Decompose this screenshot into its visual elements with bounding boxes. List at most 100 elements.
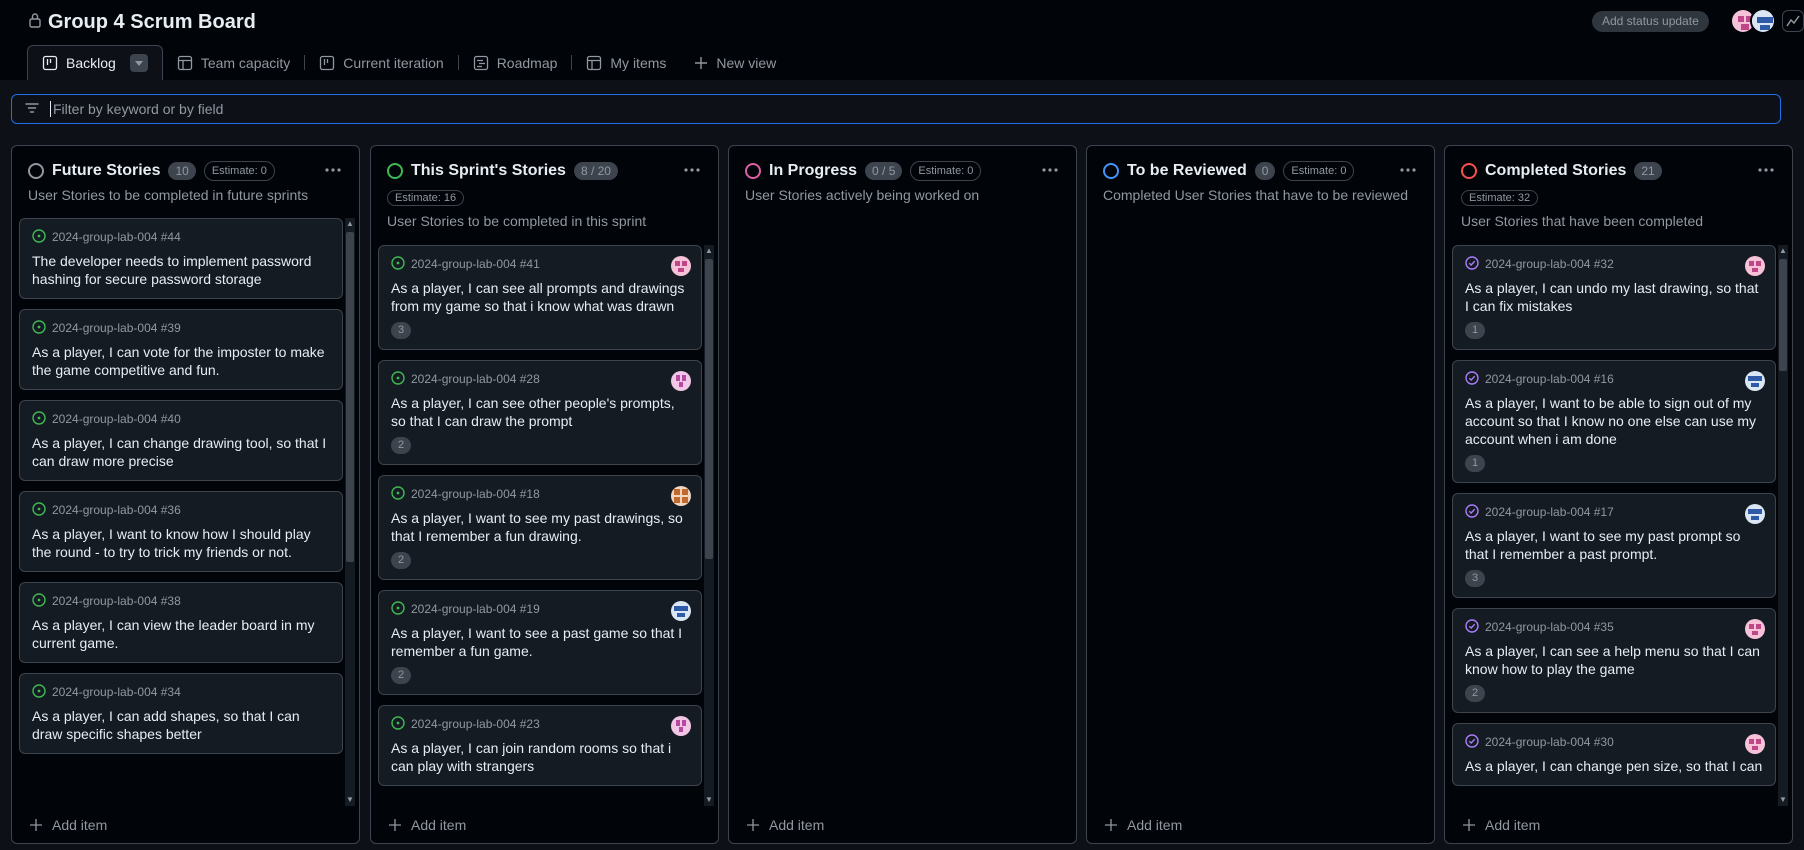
scroll-down-icon[interactable]: ▼ (346, 796, 354, 804)
insights-icon[interactable] (1782, 10, 1804, 32)
card-ref[interactable]: 2024-group-lab-004 #30 (1485, 735, 1614, 749)
card-ref[interactable]: 2024-group-lab-004 #38 (52, 594, 181, 608)
card-ref[interactable]: 2024-group-lab-004 #44 (52, 230, 181, 244)
story-card[interactable]: 2024-group-lab-004 #32 As a player, I ca… (1452, 245, 1776, 350)
scroll-down-icon[interactable]: ▼ (705, 796, 713, 804)
more-options-icon[interactable] (323, 162, 343, 178)
card-title[interactable]: As a player, I can see all prompts and d… (391, 279, 689, 315)
add-item-button[interactable]: Add item (1463, 817, 1540, 833)
card-title[interactable]: As a player, I want to know how I should… (32, 525, 330, 561)
scroll-up-icon[interactable]: ▲ (705, 247, 713, 255)
filter-bar[interactable] (11, 94, 1781, 124)
card-ref[interactable]: 2024-group-lab-004 #36 (52, 503, 181, 517)
scroll-up-icon[interactable]: ▲ (346, 220, 354, 228)
story-card[interactable]: 2024-group-lab-004 #44 The developer nee… (19, 218, 343, 299)
story-card[interactable]: 2024-group-lab-004 #18 As a player, I wa… (378, 475, 702, 580)
story-card[interactable]: 2024-group-lab-004 #38 As a player, I ca… (19, 582, 343, 663)
card-ref[interactable]: 2024-group-lab-004 #23 (411, 717, 540, 731)
chevron-down-icon[interactable] (129, 54, 148, 72)
assignee-avatar[interactable] (671, 486, 691, 506)
card-title[interactable]: As a player, I want to see my past promp… (1465, 527, 1763, 563)
tab-roadmap[interactable]: Roadmap (459, 45, 572, 80)
scroll-thumb[interactable] (705, 259, 713, 559)
assignee-avatar[interactable] (671, 601, 691, 621)
column-scrollbar[interactable]: ▲ ▼ (1778, 245, 1788, 806)
card-title[interactable]: As a player, I want to see my past drawi… (391, 509, 689, 545)
card-ref[interactable]: 2024-group-lab-004 #17 (1485, 505, 1614, 519)
card-ref[interactable]: 2024-group-lab-004 #16 (1485, 372, 1614, 386)
assignee-avatar[interactable] (1745, 371, 1765, 391)
scroll-thumb[interactable] (1779, 259, 1787, 371)
tab-team-capacity[interactable]: Team capacity (163, 45, 304, 80)
assignee-avatar[interactable] (1745, 734, 1765, 754)
more-options-icon[interactable] (1398, 162, 1418, 178)
status-circle-icon (1103, 163, 1119, 179)
story-card[interactable]: 2024-group-lab-004 #35 As a player, I ca… (1452, 608, 1776, 713)
card-ref[interactable]: 2024-group-lab-004 #40 (52, 412, 181, 426)
add-item-button[interactable]: Add item (747, 817, 824, 833)
scroll-down-icon[interactable]: ▼ (1779, 796, 1787, 804)
story-card[interactable]: 2024-group-lab-004 #30 As a player, I ca… (1452, 723, 1776, 786)
assignee-avatar[interactable] (1745, 504, 1765, 524)
card-ref[interactable]: 2024-group-lab-004 #34 (52, 685, 181, 699)
story-card[interactable]: 2024-group-lab-004 #28 As a player, I ca… (378, 360, 702, 465)
open-issue-icon (32, 410, 46, 428)
card-title[interactable]: The developer needs to implement passwor… (32, 252, 330, 288)
card-title[interactable]: As a player, I can change drawing tool, … (32, 434, 330, 470)
story-card[interactable]: 2024-group-lab-004 #17 As a player, I wa… (1452, 493, 1776, 598)
card-title[interactable]: As a player, I can change pen size, so t… (1465, 757, 1763, 775)
card-title[interactable]: As a player, I can join random rooms so … (391, 739, 689, 775)
assignee-avatar[interactable] (671, 256, 691, 276)
card-ref[interactable]: 2024-group-lab-004 #39 (52, 321, 181, 335)
collaborator-avatars[interactable] (1730, 8, 1776, 34)
column-description: User Stories that have been completed (1461, 213, 1704, 229)
card-ref[interactable]: 2024-group-lab-004 #28 (411, 372, 540, 386)
tab-my-items[interactable]: My items (572, 45, 680, 80)
scroll-thumb[interactable] (346, 232, 354, 562)
card-title[interactable]: As a player, I can see other people's pr… (391, 394, 689, 430)
more-options-icon[interactable] (1756, 162, 1776, 178)
tab-backlog[interactable]: Backlog (27, 45, 163, 80)
card-ref[interactable]: 2024-group-lab-004 #35 (1485, 620, 1614, 634)
column-scrollbar[interactable]: ▲ ▼ (704, 245, 714, 806)
card-title[interactable]: As a player, I can undo my last drawing,… (1465, 279, 1763, 315)
estimate-badge: Estimate: 16 (387, 190, 465, 206)
story-card[interactable]: 2024-group-lab-004 #23 As a player, I ca… (378, 705, 702, 786)
add-item-button[interactable]: Add item (389, 817, 466, 833)
card-title[interactable]: As a player, I want to see a past game s… (391, 624, 689, 660)
story-card[interactable]: 2024-group-lab-004 #34 As a player, I ca… (19, 673, 343, 754)
card-ref[interactable]: 2024-group-lab-004 #32 (1485, 257, 1614, 271)
more-options-icon[interactable] (1040, 162, 1060, 178)
story-card[interactable]: 2024-group-lab-004 #16 As a player, I wa… (1452, 360, 1776, 483)
card-title[interactable]: As a player, I can add shapes, so that I… (32, 707, 330, 743)
card-ref[interactable]: 2024-group-lab-004 #18 (411, 487, 540, 501)
open-issue-icon (391, 255, 405, 273)
assignee-avatar[interactable] (671, 716, 691, 736)
story-card[interactable]: 2024-group-lab-004 #19 As a player, I wa… (378, 590, 702, 695)
column-scrollbar[interactable]: ▲ ▼ (345, 218, 355, 806)
story-card[interactable]: 2024-group-lab-004 #40 As a player, I ca… (19, 400, 343, 481)
assignee-avatar[interactable] (671, 371, 691, 391)
plus-icon (389, 819, 401, 831)
add-status-update-button[interactable]: Add status update (1592, 11, 1709, 32)
add-item-button[interactable]: Add item (1105, 817, 1182, 833)
new-view-button[interactable]: New view (680, 45, 790, 80)
scroll-up-icon[interactable]: ▲ (1779, 247, 1787, 255)
filter-input[interactable] (50, 101, 1650, 117)
story-card[interactable]: 2024-group-lab-004 #39 As a player, I ca… (19, 309, 343, 390)
card-ref[interactable]: 2024-group-lab-004 #19 (411, 602, 540, 616)
tab-current-iteration[interactable]: Current iteration (305, 45, 457, 80)
add-item-button[interactable]: Add item (30, 817, 107, 833)
card-title[interactable]: As a player, I want to be able to sign o… (1465, 394, 1763, 448)
card-ref[interactable]: 2024-group-lab-004 #41 (411, 257, 540, 271)
story-card[interactable]: 2024-group-lab-004 #36 As a player, I wa… (19, 491, 343, 572)
card-title[interactable]: As a player, I can view the leader board… (32, 616, 330, 652)
assignee-avatar[interactable] (1745, 619, 1765, 639)
more-options-icon[interactable] (682, 162, 702, 178)
avatar[interactable] (1750, 8, 1776, 34)
card-title[interactable]: As a player, I can see a help menu so th… (1465, 642, 1763, 678)
assignee-avatar[interactable] (1745, 256, 1765, 276)
card-title[interactable]: As a player, I can vote for the imposter… (32, 343, 330, 379)
story-card[interactable]: 2024-group-lab-004 #41 As a player, I ca… (378, 245, 702, 350)
column-header: Future Stories 10 Estimate: 0 User Stori… (28, 160, 343, 203)
